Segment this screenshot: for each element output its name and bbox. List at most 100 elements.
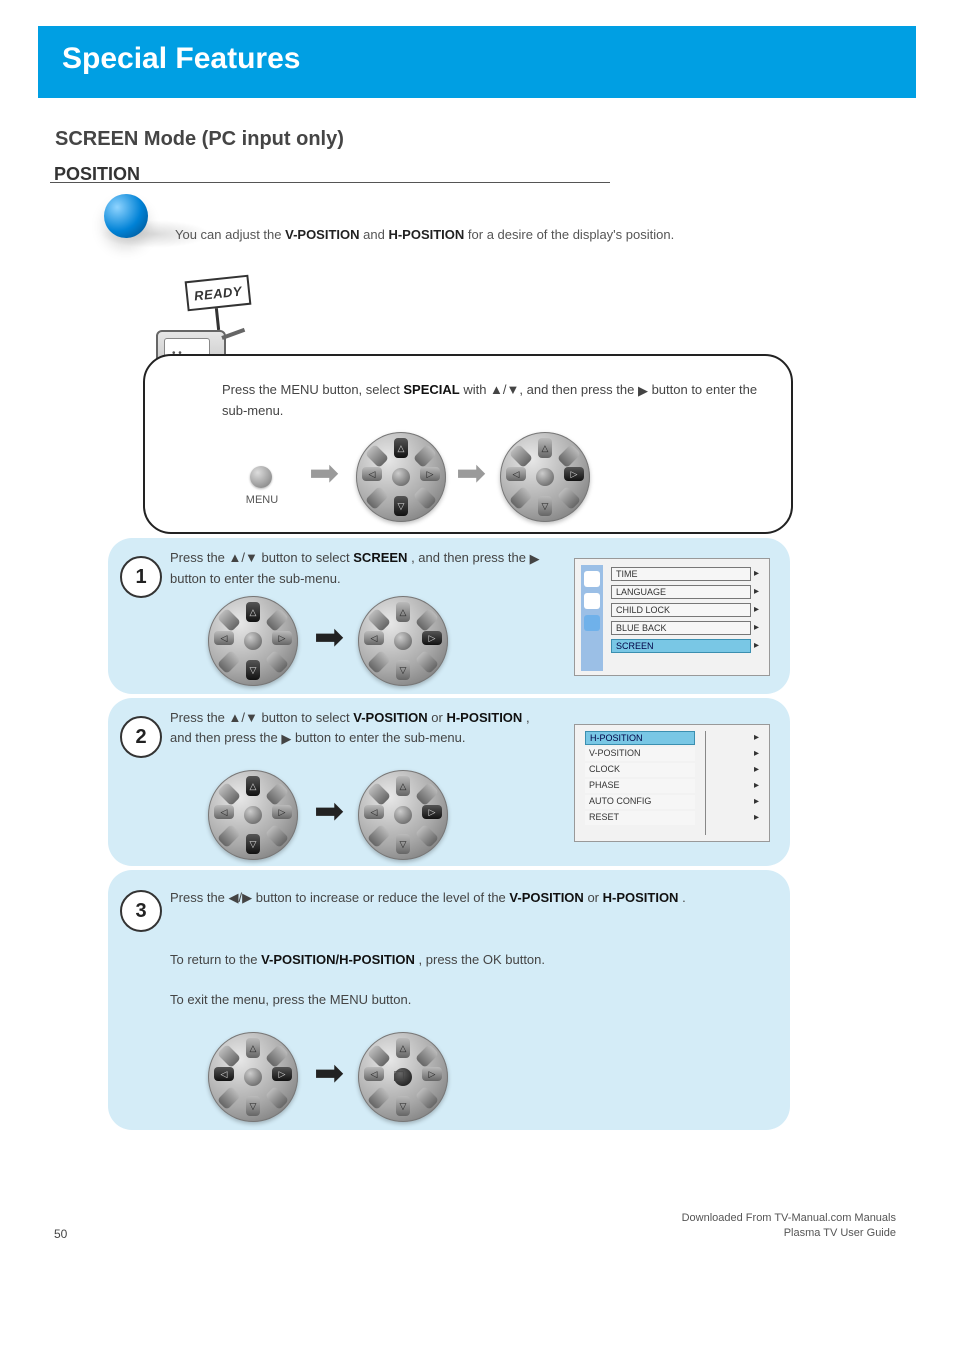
- s3b-bold: V-POSITION/H-POSITION: [261, 952, 415, 967]
- dpad-left[interactable]: ◁: [364, 1067, 384, 1081]
- step-1-circle: 1: [120, 556, 162, 598]
- sp-pre: Press the MENU button, select: [222, 382, 403, 397]
- dpad-down[interactable]: ▽: [394, 496, 408, 516]
- caret-right-icon: ▸: [754, 780, 759, 791]
- dpad-right[interactable]: ▷: [564, 467, 584, 481]
- speech-text: Press the MENU button, select SPECIAL wi…: [222, 380, 762, 421]
- ready-sign: READY: [185, 275, 252, 312]
- bullet-orb: [104, 194, 148, 238]
- osd-row-selected: SCREEN: [611, 639, 751, 653]
- s3b-pre: To return to the: [170, 952, 261, 967]
- dpad-up[interactable]: △: [246, 776, 260, 796]
- menu-button-label: MENU: [240, 494, 284, 506]
- section-intro: You can adjust the V-POSITION and H-POSI…: [175, 225, 715, 245]
- s2-bold-a: V-POSITION: [353, 710, 427, 725]
- caret-right-icon: ▸: [754, 622, 759, 633]
- osd-row: CHILD LOCK: [611, 603, 751, 617]
- arrow-right-icon: ➡: [314, 790, 344, 832]
- osd-row: RESET: [585, 811, 695, 825]
- dpad-up[interactable]: △: [538, 438, 552, 458]
- dpad-left[interactable]: ◁: [506, 467, 526, 481]
- arrow-right-icon: ➡: [309, 452, 339, 494]
- dpad-up[interactable]: △: [396, 1038, 410, 1058]
- star-icon: [584, 615, 600, 631]
- s3a-end: .: [682, 890, 686, 905]
- s2-bold-b: H-POSITION: [446, 710, 522, 725]
- s1-mid: , and then press the: [411, 550, 530, 565]
- dpad-ok[interactable]: [394, 632, 412, 650]
- dpad-ok[interactable]: [244, 1068, 262, 1086]
- dpad-up[interactable]: △: [396, 776, 410, 796]
- dpad[interactable]: △ ▽ ◁ ▷: [208, 770, 298, 860]
- dpad-left[interactable]: ◁: [214, 805, 234, 819]
- footer-line1: Downloaded From TV-Manual.com Manuals: [682, 1211, 896, 1226]
- dpad[interactable]: △ ▽ ◁ ▷ □: [358, 1032, 448, 1122]
- osd-row: BLUE BACK: [611, 621, 751, 635]
- caret-right-icon: ▸: [754, 604, 759, 615]
- dpad-down[interactable]: ▽: [396, 660, 410, 680]
- sp-special: SPECIAL: [403, 382, 459, 397]
- dpad-left[interactable]: ◁: [364, 631, 384, 645]
- arrow-right-icon: ➡: [456, 452, 486, 494]
- dpad-ok[interactable]: [244, 806, 262, 824]
- dpad-ok[interactable]: [394, 806, 412, 824]
- osd-row: LANGUAGE: [611, 585, 751, 599]
- osd-row: AUTO CONFIG: [585, 795, 695, 809]
- dpad-left[interactable]: ◁: [214, 631, 234, 645]
- right-triangle-icon: ▶: [530, 549, 540, 569]
- dpad-ok[interactable]: [392, 468, 410, 486]
- s1-bold: SCREEN: [353, 550, 407, 565]
- dpad-right[interactable]: ▷: [422, 805, 442, 819]
- dpad[interactable]: △ ▽ ◁ ▷: [500, 432, 590, 522]
- dpad-down[interactable]: ▽: [396, 1096, 410, 1116]
- dpad-right[interactable]: ▷: [272, 1067, 292, 1081]
- dpad[interactable]: △ ▽ ◁ ▷: [208, 596, 298, 686]
- dpad-right[interactable]: ▷: [422, 631, 442, 645]
- caret-right-icon: ▸: [754, 748, 759, 759]
- dpad[interactable]: △ ▽ ◁ ▷: [208, 1032, 298, 1122]
- dpad-up[interactable]: △: [396, 602, 410, 622]
- s1-end: button to enter the sub-menu.: [170, 571, 341, 586]
- dpad-left[interactable]: ◁: [362, 467, 382, 481]
- dpad-ok[interactable]: □: [394, 1068, 412, 1086]
- caret-right-icon: ▸: [754, 586, 759, 597]
- step-2-text: Press the ▲/▼ button to select V-POSITIO…: [170, 708, 544, 749]
- header-subtitle: SCREEN Mode (PC input only): [55, 128, 344, 151]
- s3a-bold-a: V-POSITION: [509, 890, 583, 905]
- dpad-down[interactable]: ▽: [246, 660, 260, 680]
- dpad-right[interactable]: ▷: [422, 1067, 442, 1081]
- dpad-up[interactable]: △: [394, 438, 408, 458]
- dpad-ok[interactable]: [244, 632, 262, 650]
- osd-preview-2: H-POSITION▸ V-POSITION▸ CLOCK▸ PHASE▸ AU…: [574, 724, 770, 842]
- dpad-left[interactable]: ◁: [364, 805, 384, 819]
- s1-pre: Press the ▲/▼ button to select: [170, 550, 353, 565]
- dpad-down[interactable]: ▽: [246, 1096, 260, 1116]
- dpad-down[interactable]: ▽: [396, 834, 410, 854]
- s3b-end: , press the OK button.: [419, 952, 545, 967]
- dpad-right[interactable]: ▷: [272, 631, 292, 645]
- dpad[interactable]: △ ▽ ◁ ▷: [356, 432, 446, 522]
- dpad[interactable]: △ ▽ ◁ ▷: [358, 596, 448, 686]
- header-title: Special Features: [62, 42, 300, 76]
- dpad-left[interactable]: ◁: [214, 1067, 234, 1081]
- footer-line2: Plasma TV User Guide: [682, 1226, 896, 1241]
- dpad-right[interactable]: ▷: [272, 805, 292, 819]
- osd-row-selected: H-POSITION: [585, 731, 695, 745]
- section-heading: POSITION: [54, 164, 140, 185]
- caret-right-icon: ▸: [754, 812, 759, 823]
- tv-icon: [584, 571, 600, 587]
- dpad-ok[interactable]: [536, 468, 554, 486]
- dpad-up[interactable]: △: [246, 602, 260, 622]
- step-3-text-block-2: To return to the V-POSITION/H-POSITION ,…: [170, 950, 770, 970]
- caret-right-icon: ▸: [754, 568, 759, 579]
- dpad-right[interactable]: ▷: [420, 467, 440, 481]
- dpad-down[interactable]: ▽: [246, 834, 260, 854]
- s2-pre: Press the ▲/▼ button to select: [170, 710, 353, 725]
- s3a-mid: or: [587, 890, 602, 905]
- dpad[interactable]: △ ▽ ◁ ▷: [358, 770, 448, 860]
- right-triangle-icon: ▶: [281, 729, 291, 749]
- menu-button[interactable]: [250, 466, 272, 488]
- dpad-down[interactable]: ▽: [538, 496, 552, 516]
- page-number: 50: [54, 1227, 67, 1241]
- dpad-up[interactable]: △: [246, 1038, 260, 1058]
